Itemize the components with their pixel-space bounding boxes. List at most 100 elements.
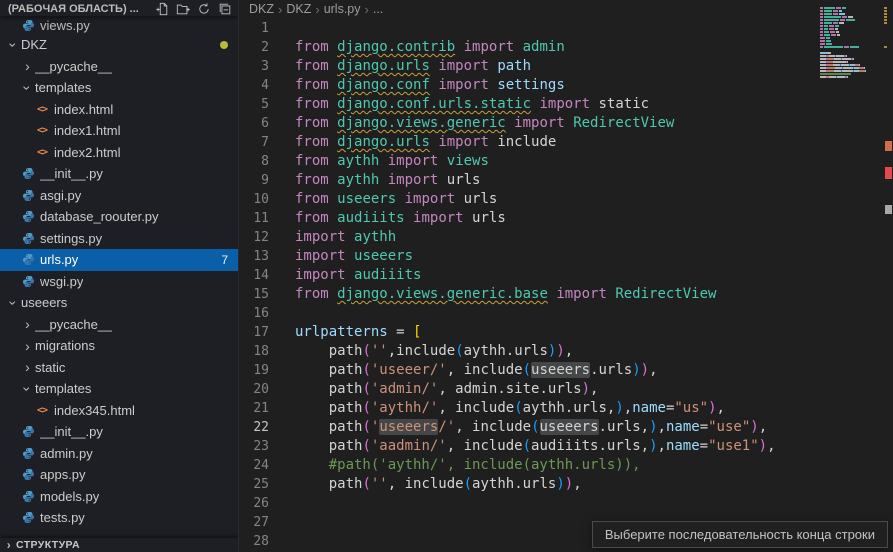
line-content[interactable]: from django.contrib import admin [295, 38, 565, 57]
line-number[interactable]: 1 [239, 19, 295, 38]
line-content[interactable]: from aythh import views [295, 152, 489, 171]
outline-section-header[interactable]: › СТРУКТУРА [0, 538, 238, 552]
python-file-icon [20, 253, 36, 266]
line-content[interactable]: from django.urls import path [295, 57, 531, 76]
line-number[interactable]: 13 [239, 247, 295, 266]
tree-item-label: apps.py [40, 467, 86, 482]
tree-folder-static[interactable]: ›static [0, 357, 238, 379]
line-number[interactable]: 8 [239, 152, 295, 171]
line-number[interactable]: 15 [239, 285, 295, 304]
tree-item-label: index2.html [54, 145, 120, 160]
tree-file-apps.py[interactable]: apps.py [0, 464, 238, 486]
line-number[interactable]: 9 [239, 171, 295, 190]
tree-folder-__pycache__[interactable]: ›__pycache__ [0, 314, 238, 336]
explorer-section-header[interactable]: (РАБОЧАЯ ОБЛАСТЬ) ... [0, 0, 238, 16]
tree-file-admin.py[interactable]: admin.py [0, 443, 238, 465]
line-number[interactable]: 7 [239, 133, 295, 152]
line-number[interactable]: 4 [239, 76, 295, 95]
line-content[interactable]: from useeers import urls [295, 190, 497, 209]
refresh-icon[interactable] [195, 2, 213, 17]
line-content[interactable]: from django.urls import include [295, 133, 556, 152]
breadcrumb-item[interactable]: DKZ [286, 2, 311, 16]
line-number[interactable]: 19 [239, 361, 295, 380]
tree-file-index2.html[interactable]: <>index2.html [0, 142, 238, 164]
breadcrumb-item[interactable]: DKZ [249, 2, 274, 16]
line-number[interactable]: 27 [239, 513, 295, 532]
tree-file-__init__.py[interactable]: __init__.py [0, 163, 238, 185]
tree-file-urls.py[interactable]: urls.py7 [0, 249, 238, 271]
line-number[interactable]: 3 [239, 57, 295, 76]
tree-file-__init__.py[interactable]: __init__.py [0, 421, 238, 443]
line-content[interactable]: path('',include(aythh.urls)), [295, 342, 573, 361]
tree-file-settings.py[interactable]: settings.py [0, 228, 238, 250]
overview-ruler[interactable] [884, 0, 893, 552]
line-content[interactable]: #path('aythh/', include(aythh.urls)), [295, 456, 641, 475]
line-number[interactable]: 24 [239, 456, 295, 475]
line-number[interactable]: 16 [239, 304, 295, 323]
line-content[interactable]: from aythh import urls [295, 171, 480, 190]
line-content[interactable]: import aythh [295, 228, 396, 247]
tree-file-asgi.py[interactable]: asgi.py [0, 185, 238, 207]
tree-folder-templates[interactable]: ›templates [0, 378, 238, 400]
code-line: 19 path('useeer/', include(useeers.urls)… [239, 361, 879, 380]
collapse-all-icon[interactable] [216, 2, 234, 17]
line-content[interactable]: path('useeers/', include(useeers.urls,),… [295, 418, 767, 437]
tree-file-database_roouter.py[interactable]: database_roouter.py [0, 206, 238, 228]
line-number[interactable]: 20 [239, 380, 295, 399]
line-number[interactable]: 26 [239, 494, 295, 513]
tree-item-label: templates [35, 381, 91, 396]
line-content[interactable]: urlpatterns = [ [295, 323, 421, 342]
code-area[interactable]: 12from django.contrib import admin3from … [239, 19, 879, 552]
tree-item-label: __init__.py [40, 166, 103, 181]
line-number[interactable]: 21 [239, 399, 295, 418]
line-number[interactable]: 22 [239, 418, 295, 437]
breadcrumb-item[interactable]: ... [373, 2, 383, 16]
line-number[interactable]: 12 [239, 228, 295, 247]
line-content[interactable]: from django.views.generic.base import Re… [295, 285, 716, 304]
line-number[interactable]: 5 [239, 95, 295, 114]
line-content[interactable]: path('admin/', admin.site.urls), [295, 380, 598, 399]
eol-sequence-tooltip: Выберите последовательность конца строки [592, 521, 888, 548]
tree-folder-__pycache__[interactable]: ›__pycache__ [0, 56, 238, 78]
tree-file-models.py[interactable]: models.py [0, 486, 238, 508]
line-content[interactable]: from django.conf import settings [295, 76, 565, 95]
line-number[interactable]: 14 [239, 266, 295, 285]
new-file-icon[interactable] [153, 2, 171, 17]
tree-folder-useeers[interactable]: ›useeers [0, 292, 238, 314]
line-number[interactable]: 18 [239, 342, 295, 361]
line-number[interactable]: 17 [239, 323, 295, 342]
tree-item-label: DKZ [21, 37, 47, 52]
tree-file-tests.py[interactable]: tests.py [0, 507, 238, 529]
line-content[interactable]: path('aythh/', include(aythh.urls,),name… [295, 399, 725, 418]
tree-file-index.html[interactable]: <>index.html [0, 99, 238, 121]
line-number[interactable]: 11 [239, 209, 295, 228]
code-line: 24 #path('aythh/', include(aythh.urls)), [239, 456, 879, 475]
tree-folder-migrations[interactable]: ›migrations [0, 335, 238, 357]
line-number[interactable]: 23 [239, 437, 295, 456]
line-number[interactable]: 6 [239, 114, 295, 133]
breadcrumb-item[interactable]: urls.py [324, 2, 361, 16]
line-content[interactable]: path('', include(aythh.urls)), [295, 475, 582, 494]
minimap[interactable] [820, 3, 882, 87]
tree-file-views-py[interactable]: views.py [0, 16, 238, 34]
line-content[interactable]: from django.views.generic import Redirec… [295, 114, 674, 133]
line-content[interactable]: from audiiits import urls [295, 209, 506, 228]
code-line: 8from aythh import views [239, 152, 879, 171]
python-file-icon [20, 189, 36, 202]
line-content[interactable]: path('useeer/', include(useeers.urls)), [295, 361, 658, 380]
line-number[interactable]: 28 [239, 532, 295, 551]
tree-folder-DKZ[interactable]: ›DKZ [0, 34, 238, 56]
line-content[interactable]: path('aadmin/', include(audiiits.urls,),… [295, 437, 776, 456]
tree-file-index1.html[interactable]: <>index1.html [0, 120, 238, 142]
line-number[interactable]: 10 [239, 190, 295, 209]
line-number[interactable]: 2 [239, 38, 295, 57]
chevron-down-icon: › [21, 381, 35, 396]
line-content[interactable]: from django.conf.urls.static import stat… [295, 95, 649, 114]
tree-file-wsgi.py[interactable]: wsgi.py [0, 271, 238, 293]
line-content[interactable]: import useeers [295, 247, 413, 266]
line-content[interactable]: import audiiits [295, 266, 421, 285]
new-folder-icon[interactable] [174, 2, 192, 17]
tree-file-index345.html[interactable]: <>index345.html [0, 400, 238, 422]
line-number[interactable]: 25 [239, 475, 295, 494]
tree-folder-templates[interactable]: ›templates [0, 77, 238, 99]
